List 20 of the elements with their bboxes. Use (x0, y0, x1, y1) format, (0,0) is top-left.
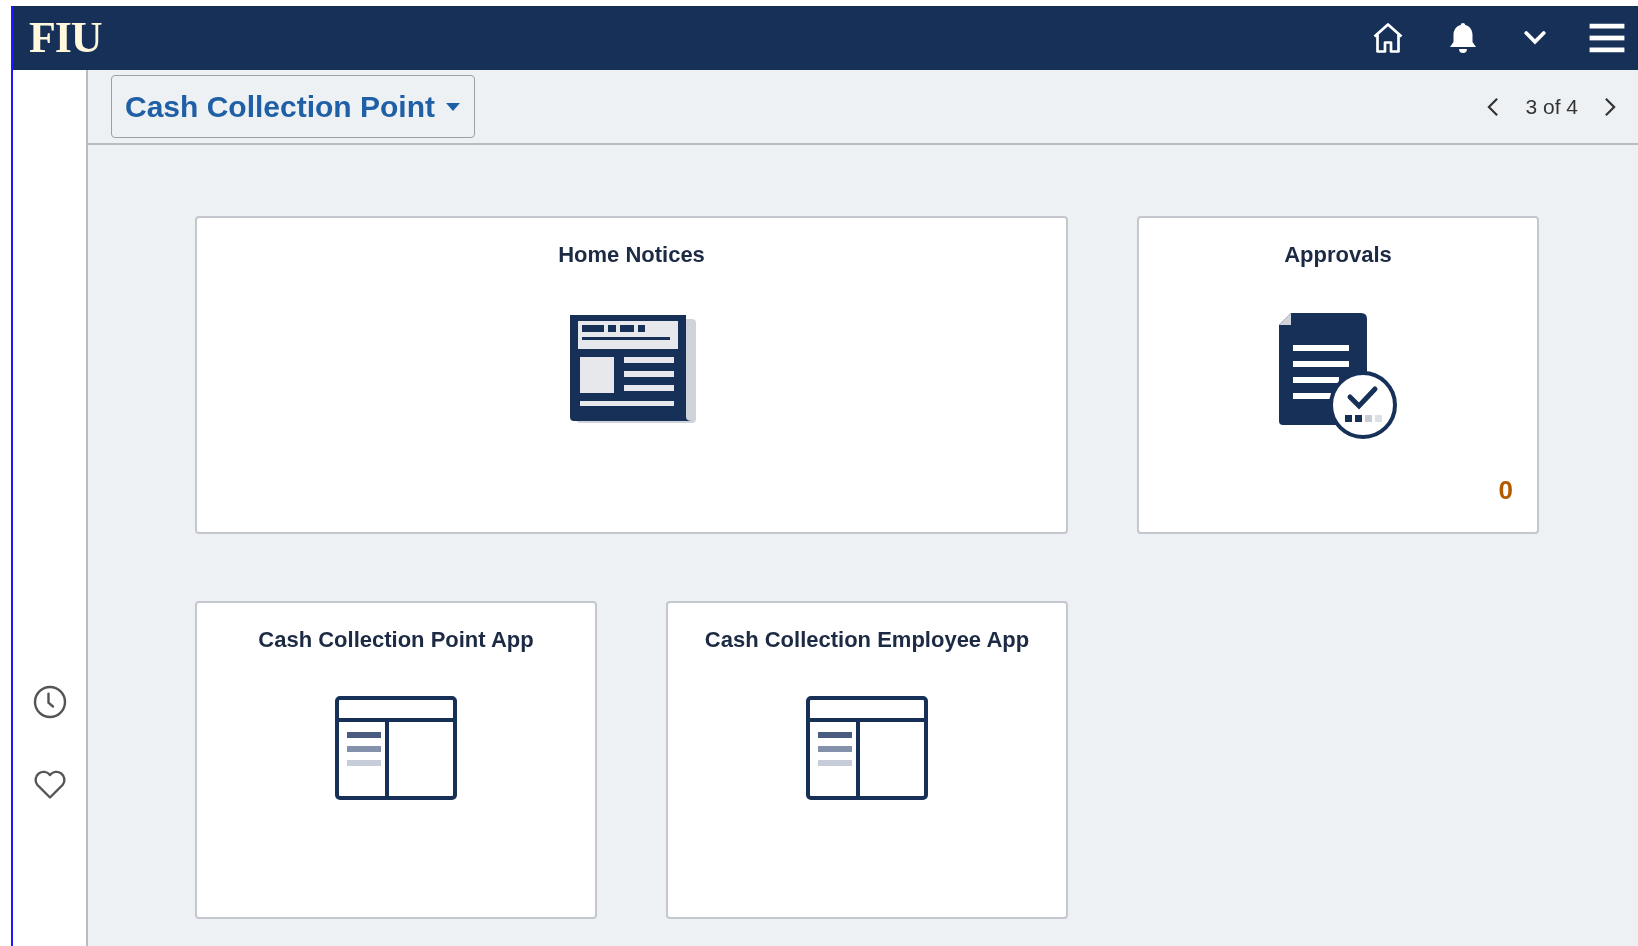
tile-title: Cash Collection Employee App (704, 626, 1030, 654)
tile[interactable]: Cash Collection Employee App (666, 601, 1068, 919)
caret-down-icon (445, 101, 462, 112)
tile[interactable]: Home Notices (195, 216, 1068, 534)
tile-title: Home Notices (558, 241, 705, 269)
count-label: 0 (1498, 474, 1513, 507)
page-indicator: 3 of 4 (1525, 93, 1578, 120)
newspaper-icon (567, 313, 696, 425)
layout-icon (335, 696, 457, 800)
clock-icon[interactable] (31, 684, 68, 720)
tile[interactable]: Approvals 0 (1137, 216, 1539, 534)
next-page-icon[interactable] (1602, 95, 1618, 118)
tile-title: Approvals (1284, 241, 1392, 269)
tile[interactable]: Cash Collection Point App (195, 601, 597, 919)
document-check-icon (1277, 313, 1399, 441)
fiu-logo[interactable]: FIU (29, 16, 102, 60)
homepage-dropdown[interactable]: Cash Collection Point (111, 75, 476, 138)
menu-icon[interactable] (1588, 22, 1626, 54)
layout-icon (806, 696, 928, 800)
tile-title: Cash Collection Point App (258, 626, 534, 654)
